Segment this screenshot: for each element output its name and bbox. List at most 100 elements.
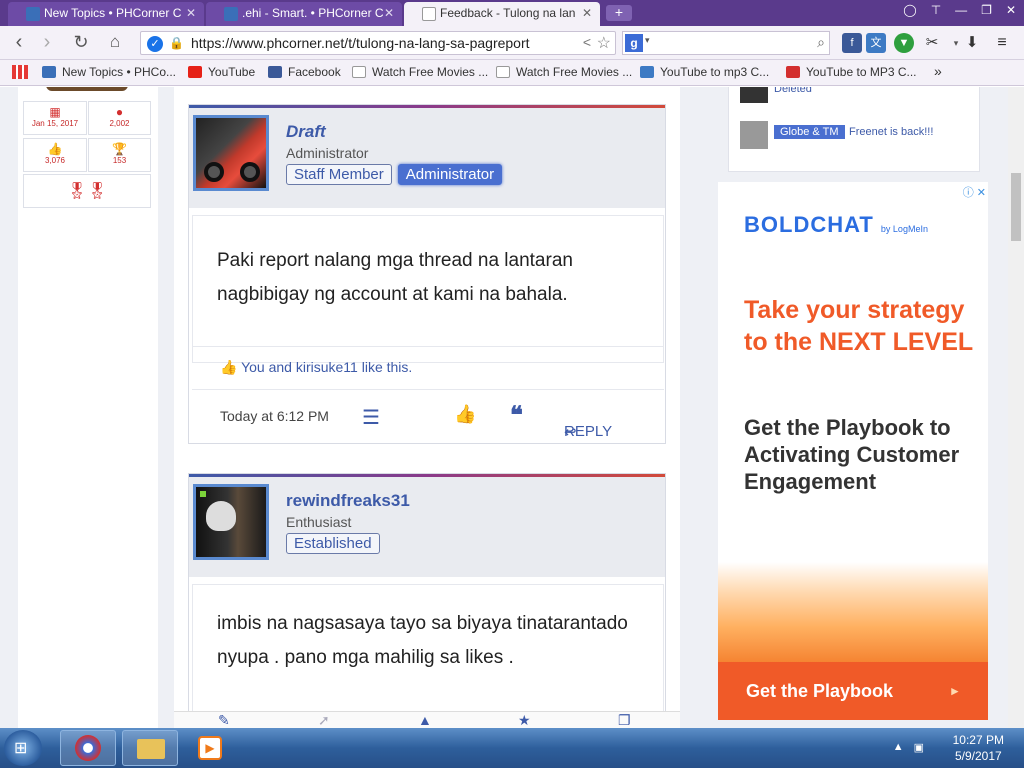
quote-icon[interactable]: ❝ xyxy=(510,401,523,430)
advertisement[interactable]: ⓘ ✕ BOLDCHAT by LogMeIn Take your strate… xyxy=(718,182,988,720)
scrollbar-thumb[interactable] xyxy=(1011,173,1021,241)
translate-extension-icon[interactable]: 文 xyxy=(866,33,886,53)
forward-button[interactable]: › xyxy=(36,32,58,54)
taskbar-explorer[interactable] xyxy=(122,730,178,766)
post-message: Paki report nalang mga thread na lantara… xyxy=(192,215,664,363)
share-icon[interactable]: < xyxy=(583,34,591,50)
facebook-extension-icon[interactable]: f xyxy=(842,33,862,53)
taskbar-browser[interactable] xyxy=(60,730,116,766)
chat-icon[interactable]: ◯ xyxy=(903,3,916,17)
user-title: Enthusiast xyxy=(286,514,352,530)
reload-button[interactable]: ↻ xyxy=(70,32,92,54)
menu-icon[interactable]: ☰ xyxy=(362,405,380,430)
maximize-button[interactable]: ❐ xyxy=(981,3,992,17)
calendar-icon: ▦ xyxy=(49,105,61,119)
ad-choices-icon[interactable]: ⓘ ✕ xyxy=(963,184,986,200)
bookmark-item[interactable]: YouTube to MP3 C... xyxy=(786,65,917,79)
google-icon: g xyxy=(625,34,643,52)
rank-banner xyxy=(46,87,128,91)
shout-text: Freenet is back!!! xyxy=(849,126,934,138)
search-box[interactable]: g ▾ ⌕ xyxy=(622,31,830,55)
bookmark-item[interactable]: YouTube xyxy=(188,65,255,79)
chevron-down-icon[interactable]: ▾ xyxy=(645,35,650,46)
media-player-icon[interactable]: ▶ xyxy=(198,736,222,760)
verified-icon[interactable]: ✓ xyxy=(147,36,163,52)
bookmark-star-icon[interactable]: ☆ xyxy=(597,33,611,53)
tab-ehi-smart[interactable]: .ehi - Smart. • PHCorner C ✕ xyxy=(206,2,402,26)
forward-icon[interactable]: ➚ xyxy=(318,712,330,728)
page-scrollbar[interactable] xyxy=(1008,87,1024,728)
thumbs-up-icon: 👍 xyxy=(220,359,238,375)
get-playbook-button[interactable]: Get the Playbook ▸ xyxy=(718,662,988,720)
online-indicator xyxy=(200,491,206,497)
close-icon[interactable]: ✕ xyxy=(582,2,592,24)
likes-summary: 👍 You and kirisuke11 like this. xyxy=(192,346,664,390)
apps-icon[interactable] xyxy=(12,65,28,82)
address-bar[interactable]: ✓ 🔒 https://www.phcorner.net/t/tulong-na… xyxy=(140,31,616,55)
bookmark-item[interactable]: Watch Free Movies ... xyxy=(352,65,488,79)
tab-strip: New Topics • PHCorner C ✕ .ehi - Smart. … xyxy=(0,0,1024,26)
user-title: Administrator xyxy=(286,145,369,161)
tab-new-topics[interactable]: New Topics • PHCorner C ✕ xyxy=(8,2,204,26)
chevron-up-icon[interactable]: ▲ xyxy=(893,741,904,754)
search-icon[interactable]: ⌕ xyxy=(817,34,825,51)
system-tray: ▲ ▣ xyxy=(893,741,924,754)
post-timestamp[interactable]: Today at 6:12 PM xyxy=(220,408,329,424)
bookmarks-bar: New Topics • PHCo... YouTube Facebook Wa… xyxy=(0,60,1024,86)
like-button[interactable]: 👍 xyxy=(454,404,476,425)
likes-text[interactable]: You and kirisuke11 like this. xyxy=(241,359,412,375)
back-button[interactable]: ‹ xyxy=(8,32,30,54)
page-icon xyxy=(422,7,436,21)
youtube-mp3-icon xyxy=(786,66,800,78)
new-tab-button[interactable]: + xyxy=(606,5,632,21)
post-rewindfreaks31: rewindfreaks31 Enthusiast Established im… xyxy=(188,473,666,728)
close-icon[interactable]: ✕ xyxy=(186,2,196,24)
bookmark-item[interactable]: YouTube to mp3 C... xyxy=(640,65,769,79)
avatar[interactable] xyxy=(740,87,768,103)
medals-icon: 🎖🎖 xyxy=(66,183,108,200)
clock-date: 5/9/2017 xyxy=(954,749,1002,763)
stat-messages: ● 2,002 xyxy=(88,101,151,135)
home-icon[interactable]: ▲ xyxy=(418,712,432,728)
window-controls: ◯ ⊤ — ❐ ✕ xyxy=(903,3,1016,17)
bookmark-item[interactable]: Facebook xyxy=(268,65,341,79)
shout-tag[interactable]: Globe & TM xyxy=(774,125,845,139)
windows-logo-icon: ⊞ xyxy=(14,740,28,757)
pin-icon[interactable]: ⊤ xyxy=(931,3,941,17)
windows-icon[interactable]: ❐ xyxy=(618,712,631,728)
user-stats-sidebar: ▦ Jan 15, 2017 ● 2,002 👍 3,076 🏆 153 🎖🎖 xyxy=(18,87,158,728)
home-button[interactable]: ⌂ xyxy=(104,32,126,54)
bookmark-item[interactable]: New Topics • PHCo... xyxy=(42,65,176,79)
staff-member-badge: Staff Member xyxy=(286,164,392,185)
avatar[interactable] xyxy=(193,484,269,560)
post-header: rewindfreaks31 Enthusiast Established xyxy=(189,477,665,577)
bookmark-item[interactable]: Watch Free Movies ... xyxy=(496,65,632,79)
avatar[interactable] xyxy=(740,121,768,149)
star-icon[interactable]: ★ xyxy=(518,712,531,728)
close-icon[interactable]: ✕ xyxy=(384,2,394,24)
download-icon[interactable]: ⬇ xyxy=(962,33,982,53)
shield-extension-icon[interactable]: ▼ xyxy=(894,33,914,53)
username[interactable]: Draft xyxy=(286,122,326,142)
avatar[interactable] xyxy=(193,115,269,191)
close-window-button[interactable]: ✕ xyxy=(1006,3,1016,17)
start-button[interactable]: ⊞ xyxy=(4,730,42,766)
network-icon[interactable]: ▣ xyxy=(914,741,924,754)
tab-feedback[interactable]: Feedback - Tulong na lan ✕ xyxy=(404,2,600,26)
menu-icon[interactable]: ≡ xyxy=(992,33,1012,53)
minimize-button[interactable]: — xyxy=(955,3,967,17)
url-text[interactable]: https://www.phcorner.net/t/tulong-na-lan… xyxy=(191,35,561,51)
edit-icon[interactable]: ✎ xyxy=(218,712,230,728)
page-icon xyxy=(352,66,366,78)
clock[interactable]: 10:27 PM 5/9/2017 xyxy=(953,732,1004,764)
wheel-shape xyxy=(204,162,224,182)
stat-joined: ▦ Jan 15, 2017 xyxy=(23,101,87,135)
youtube-icon xyxy=(188,66,202,78)
username[interactable]: rewindfreaks31 xyxy=(286,491,410,511)
bookmarks-overflow-button[interactable]: » xyxy=(934,63,942,79)
boldchat-logo: BOLDCHAT by LogMeIn xyxy=(744,212,928,237)
scissors-icon[interactable]: ✂ xyxy=(922,33,942,53)
user-badges: Established xyxy=(286,533,380,554)
wheel-shape xyxy=(240,162,260,182)
stat-likes: 👍 3,076 xyxy=(23,138,87,172)
